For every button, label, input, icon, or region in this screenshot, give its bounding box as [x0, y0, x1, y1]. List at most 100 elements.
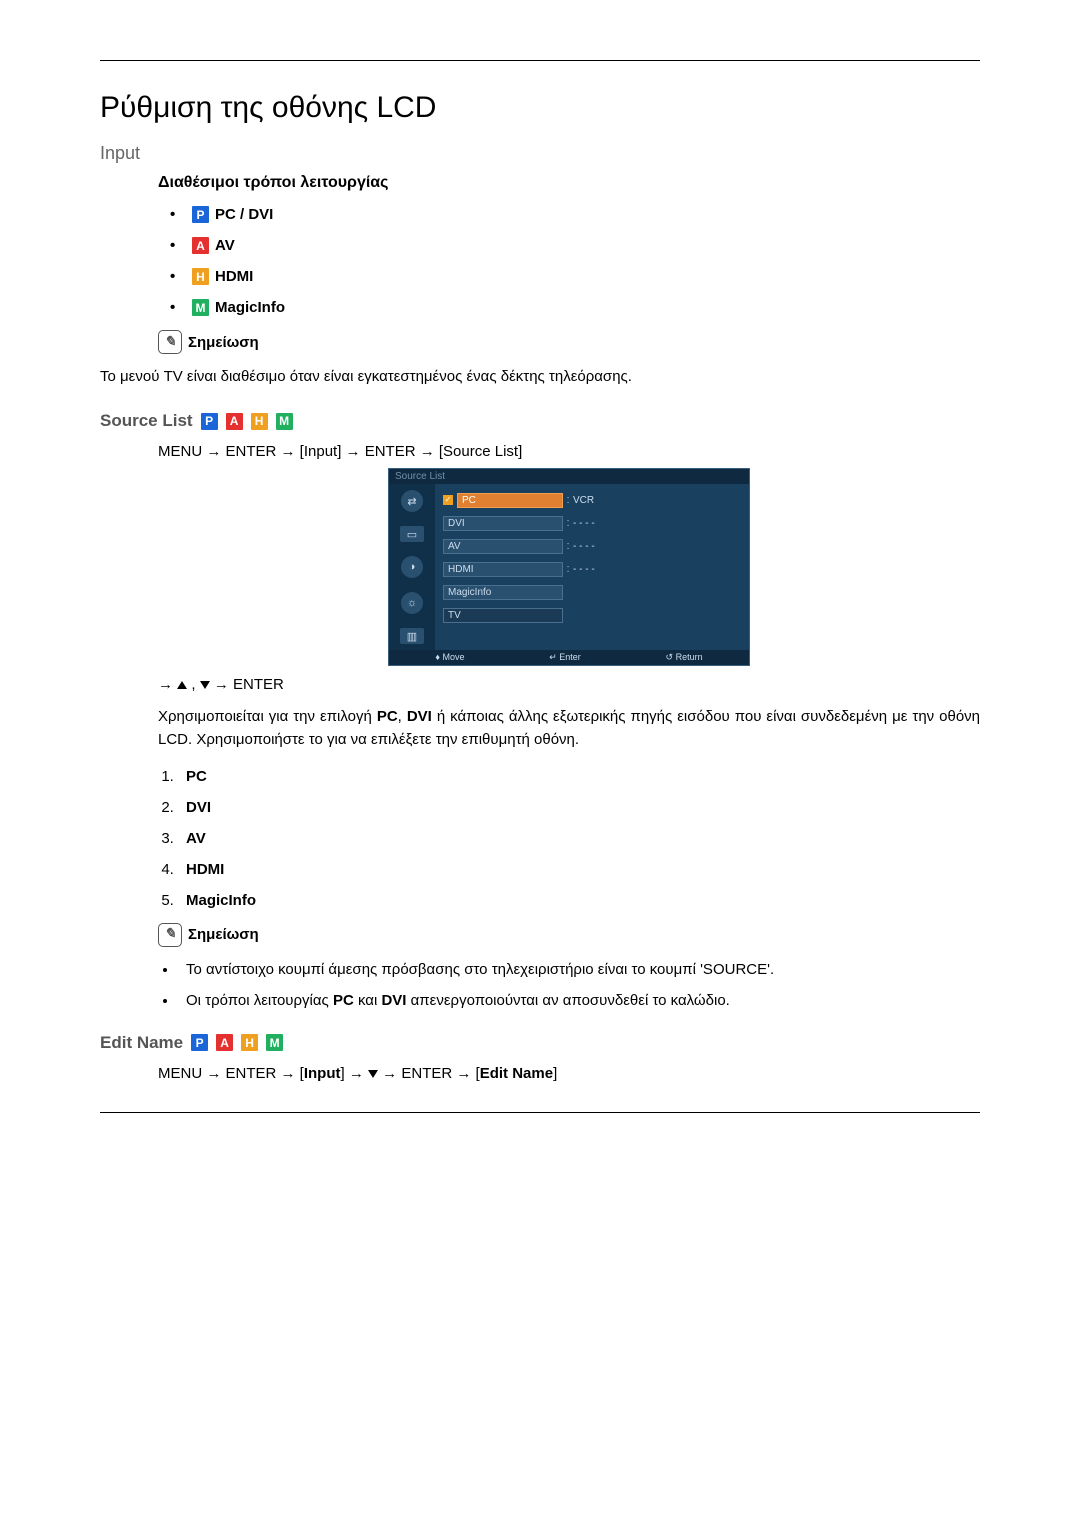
osd-footer-move: ♦ Move — [435, 652, 464, 663]
bullet-bold: DVI — [381, 992, 406, 1009]
osd-side-icon: ▥ — [400, 628, 424, 644]
bullet-icon: • — [170, 268, 182, 285]
osd-footer-enter-label: Enter — [559, 652, 581, 662]
osd-colon: : — [563, 563, 573, 575]
h-badge-icon: H — [251, 413, 268, 430]
mode-label: HDMI — [215, 268, 253, 285]
osd-row-value: - - - - — [573, 518, 643, 529]
list-item: DVI — [178, 799, 980, 816]
osd-header: Source List — [389, 469, 749, 484]
list-item: MagicInfo — [178, 892, 980, 909]
osd-row-label: DVI — [443, 516, 563, 531]
edit-name-heading-row: Edit Name P A H M — [100, 1033, 980, 1053]
osd-main: ✓ PC : VCR DVI : - - - - AV : — [435, 484, 749, 650]
osd-row-label: AV — [443, 539, 563, 554]
page-title: Ρύθμιση της οθόνης LCD — [100, 91, 980, 125]
bullet-bold: PC — [333, 992, 354, 1009]
list-item: HDMI — [178, 861, 980, 878]
list-item-label: HDMI — [186, 861, 224, 878]
source-list-desc: Χρησιμοποιείται για την επιλογή PC, DVI … — [158, 705, 980, 752]
bullet-item: Οι τρόποι λειτουργίας PC και DVI απενεργ… — [178, 992, 980, 1009]
note-row: ✎ Σημείωση — [158, 923, 980, 947]
osd-row: MagicInfo — [443, 582, 741, 602]
list-item-label: MagicInfo — [186, 892, 256, 909]
note-label: Σημείωση — [188, 334, 259, 351]
osd-row-value: - - - - — [573, 564, 643, 575]
down-arrow-icon — [200, 681, 210, 689]
input-section-label: Input — [100, 143, 980, 164]
list-item-label: PC — [186, 768, 207, 785]
list-item-label: AV — [186, 830, 206, 847]
m-badge-icon: M — [276, 413, 293, 430]
mode-label: MagicInfo — [215, 299, 285, 316]
up-arrow-icon — [177, 681, 187, 689]
m-badge-icon: M — [266, 1034, 283, 1051]
osd-screenshot: Source List ⇄ ▭ ◑ ☼ ▥ ✓ PC : — [158, 468, 980, 666]
list-item-label: DVI — [186, 799, 211, 816]
osd-side-icon: ☼ — [401, 592, 423, 614]
desc-part: Χρησιμοποιείται για την επιλογή — [158, 708, 377, 725]
desc-part: , — [398, 708, 407, 725]
nav-line: → , → ENTER — [158, 676, 980, 693]
note-icon: ✎ — [158, 923, 182, 947]
mode-magicinfo: • M MagicInfo — [170, 299, 980, 316]
note-icon: ✎ — [158, 330, 182, 354]
osd-body: ⇄ ▭ ◑ ☼ ▥ ✓ PC : VCR — [389, 484, 749, 650]
bullet-icon: • — [170, 299, 182, 316]
bottom-rule — [100, 1112, 980, 1113]
osd-footer-return: ↺ Return — [666, 652, 703, 663]
top-rule — [100, 60, 980, 61]
osd-footer-enter: ↵ Enter — [549, 652, 581, 663]
menu-path: MENU → ENTER → [Input] → → ENTER → [Edit… — [158, 1065, 980, 1082]
p-badge-icon: P — [192, 206, 209, 223]
bullet-icon: • — [170, 206, 182, 223]
osd-row: AV : - - - - — [443, 536, 741, 556]
bullet-icon: • — [170, 237, 182, 254]
osd-row: TV — [443, 605, 741, 625]
osd-row-value: VCR — [573, 495, 643, 506]
osd-colon: : — [563, 517, 573, 529]
source-list-heading-row: Source List P A H M — [100, 411, 980, 431]
source-list-body: MENU → ENTER → [Input] → ENTER → [Source… — [158, 443, 980, 1009]
osd-row: HDMI : - - - - — [443, 559, 741, 579]
a-badge-icon: A — [216, 1034, 233, 1051]
list-item: PC — [178, 768, 980, 785]
p-badge-icon: P — [191, 1034, 208, 1051]
a-badge-icon: A — [192, 237, 209, 254]
osd-footer-return-label: Return — [676, 652, 703, 662]
badge-strip: P A H M — [201, 413, 299, 430]
edit-name-body: MENU → ENTER → [Input] → → ENTER → [Edit… — [158, 1065, 980, 1082]
modes-heading: Διαθέσιμοι τρόποι λειτουργίας — [158, 174, 980, 192]
osd-row-label: TV — [443, 608, 563, 623]
mode-pc-dvi: • P PC / DVI — [170, 206, 980, 223]
mode-label: PC / DVI — [215, 206, 273, 223]
osd-row: ✓ PC : VCR — [443, 490, 741, 510]
desc-bold: DVI — [407, 708, 432, 725]
p-badge-icon: P — [201, 413, 218, 430]
check-icon: ✓ — [443, 495, 453, 505]
list-item: AV — [178, 830, 980, 847]
osd-row-label: MagicInfo — [443, 585, 563, 600]
osd-panel: Source List ⇄ ▭ ◑ ☼ ▥ ✓ PC : — [388, 468, 750, 666]
osd-footer-move-label: Move — [442, 652, 464, 662]
menu-path: MENU → ENTER → [Input] → ENTER → [Source… — [158, 443, 980, 460]
source-list-heading: Source List — [100, 411, 193, 431]
document-page: Ρύθμιση της οθόνης LCD Input Διαθέσιμοι … — [0, 0, 1080, 1173]
source-numbered-list: PC DVI AV HDMI MagicInfo — [158, 768, 980, 909]
osd-row: DVI : - - - - — [443, 513, 741, 533]
osd-row-label: PC — [457, 493, 563, 508]
note-label: Σημείωση — [188, 926, 259, 943]
osd-colon: : — [563, 540, 573, 552]
modes-list: • P PC / DVI • A AV • H HDMI • M MagicIn… — [170, 206, 980, 316]
edit-name-heading: Edit Name — [100, 1033, 183, 1053]
desc-bold: PC — [377, 708, 398, 725]
mode-hdmi: • H HDMI — [170, 268, 980, 285]
bullet-part: και — [354, 992, 382, 1009]
note-text: Το μενού TV είναι διαθέσιμο όταν είναι ε… — [100, 366, 980, 387]
badge-strip: P A H M — [191, 1034, 289, 1051]
osd-side-icon: ⇄ — [401, 490, 423, 512]
bullet-part: απενεργοποιούνται αν αποσυνδεθεί το καλώ… — [406, 992, 729, 1009]
osd-row-label: HDMI — [443, 562, 563, 577]
note-bullets: Το αντίστοιχο κουμπί άμεσης πρόσβασης στ… — [158, 961, 980, 1009]
h-badge-icon: H — [192, 268, 209, 285]
